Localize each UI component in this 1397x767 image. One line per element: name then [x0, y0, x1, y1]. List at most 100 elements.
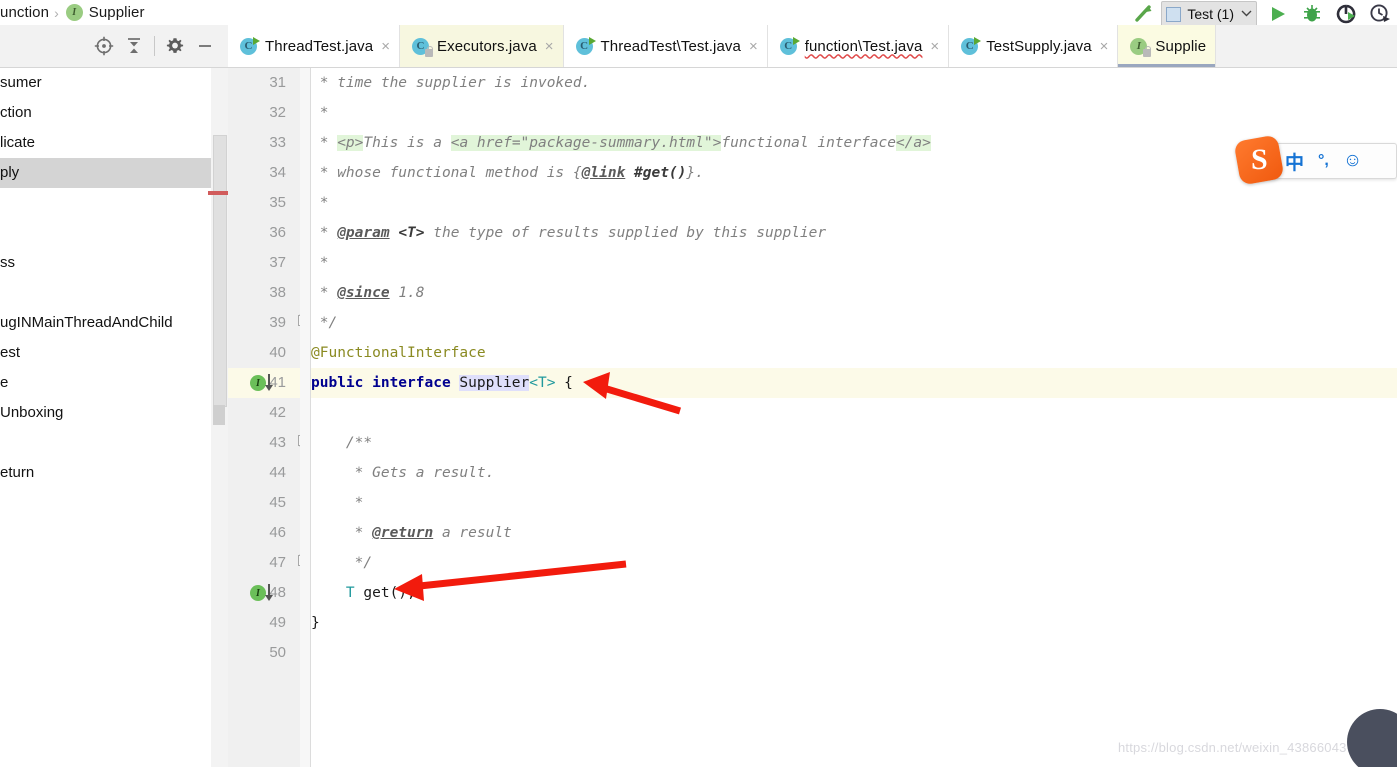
- locate-target-icon[interactable]: [89, 31, 119, 61]
- gutter-row[interactable]: 36: [228, 218, 310, 248]
- breadcrumb-current[interactable]: Supplier: [89, 4, 145, 21]
- code-line[interactable]: @FunctionalInterface: [311, 338, 1397, 368]
- code-line-text: * @param <T> the type of results supplie…: [311, 218, 826, 248]
- editor-fold-strip[interactable]: [300, 68, 310, 767]
- gutter-row[interactable]: 43: [228, 428, 310, 458]
- gutter-row[interactable]: 50: [228, 638, 310, 668]
- sogou-logo-icon[interactable]: S: [1233, 134, 1285, 186]
- gutter-row[interactable]: 44: [228, 458, 310, 488]
- ime-punctuation-mode[interactable]: °,: [1318, 152, 1329, 170]
- gutter-row[interactable]: 35: [228, 188, 310, 218]
- settings-gear-icon[interactable]: [160, 31, 190, 61]
- gutter-row[interactable]: 49: [228, 608, 310, 638]
- code-line[interactable]: */: [311, 308, 1397, 338]
- gutter-row[interactable]: 38: [228, 278, 310, 308]
- code-line[interactable]: /**: [311, 428, 1397, 458]
- gutter-row[interactable]: 47: [228, 548, 310, 578]
- profiler-icon[interactable]: [1363, 0, 1397, 28]
- tab-close-icon[interactable]: ×: [1100, 39, 1109, 54]
- code-line-text: */: [311, 548, 372, 578]
- tree-item[interactable]: e: [0, 368, 212, 398]
- editor-tab[interactable]: C TestSupply.java ×: [949, 25, 1119, 67]
- editor-tab-label: function\Test.java: [804, 37, 923, 55]
- gutter-row[interactable]: 31: [228, 68, 310, 98]
- breadcrumb-package[interactable]: unction: [0, 4, 49, 21]
- debug-icon[interactable]: [1295, 0, 1329, 28]
- tab-close-icon[interactable]: ×: [930, 39, 939, 54]
- gutter-row[interactable]: 40: [228, 338, 310, 368]
- hide-panel-icon[interactable]: [190, 31, 220, 61]
- project-scrollbar-thumb[interactable]: [213, 135, 227, 407]
- run-with-coverage-icon[interactable]: [1329, 0, 1363, 28]
- gutter-row[interactable]: 34: [228, 158, 310, 188]
- code-line[interactable]: */: [311, 548, 1397, 578]
- code-line[interactable]: * whose functional method is {@link #get…: [311, 158, 1397, 188]
- gutter-row[interactable]: 48 I: [228, 578, 310, 608]
- gutter-row[interactable]: 46: [228, 518, 310, 548]
- run-configuration-selector[interactable]: Test (1): [1161, 1, 1257, 27]
- tree-item[interactable]: est: [0, 338, 212, 368]
- project-tree[interactable]: sumer ction licate ply ss ugINMainThreadAndCh…: [0, 68, 212, 767]
- code-line[interactable]: }: [311, 608, 1397, 638]
- tree-item[interactable]: sumer: [0, 68, 212, 98]
- tree-item[interactable]: eturn: [0, 458, 212, 488]
- gutter-row[interactable]: 45: [228, 488, 310, 518]
- code-line[interactable]: *: [311, 188, 1397, 218]
- code-line[interactable]: [311, 398, 1397, 428]
- gutter-row[interactable]: 32: [228, 98, 310, 128]
- code-token: </a>: [895, 135, 931, 151]
- tree-item-empty: [0, 218, 212, 248]
- ime-language-mode[interactable]: 中: [1285, 148, 1304, 175]
- run-arrow-icon: [792, 36, 800, 45]
- run-icon[interactable]: [1261, 0, 1295, 28]
- editor-tab[interactable]: I Supplie: [1118, 25, 1217, 67]
- tab-close-icon[interactable]: ×: [381, 39, 390, 54]
- gutter-row[interactable]: 41 I: [228, 368, 310, 398]
- code-line-text: *: [311, 188, 329, 218]
- chevron-down-icon[interactable]: [1241, 8, 1252, 20]
- code-token: }: [311, 615, 320, 631]
- tab-close-icon[interactable]: ×: [545, 39, 554, 54]
- code-line[interactable]: * @param <T> the type of results supplie…: [311, 218, 1397, 248]
- collapse-all-icon[interactable]: [119, 31, 149, 61]
- implemented-marker-icon[interactable]: I: [250, 375, 266, 391]
- editor-tab[interactable]: Cfunction\Test.java ×: [767, 25, 950, 67]
- code-token: get();: [354, 585, 416, 601]
- code-token: <T>: [398, 225, 425, 241]
- code-line[interactable]: T get();: [311, 578, 1397, 608]
- code-line[interactable]: * <p>This is a <a href="package-summary.…: [311, 128, 1397, 158]
- code-token: public interface: [311, 375, 460, 391]
- tree-item[interactable]: ss: [0, 248, 212, 278]
- tab-close-icon[interactable]: ×: [749, 39, 758, 54]
- tree-item[interactable]: ugINMainThreadAndChild: [0, 308, 212, 338]
- code-line[interactable]: * @return a result: [311, 518, 1397, 548]
- java-class-runnable-icon: C: [240, 36, 260, 56]
- code-line[interactable]: * Gets a result.: [311, 458, 1397, 488]
- gutter-row[interactable]: 33: [228, 128, 310, 158]
- code-editor[interactable]: 31 32 33 34 35 36 37 38 39 40 41 I 42 43 44 45 46 47 48 I 49…: [228, 68, 1397, 767]
- tree-item[interactable]: ction: [0, 98, 212, 128]
- code-line[interactable]: *: [311, 488, 1397, 518]
- gutter-row[interactable]: 42: [228, 398, 310, 428]
- editor-gutter[interactable]: 31 32 33 34 35 36 37 38 39 40 41 I 42 43 44 45 46 47 48 I 49…: [228, 68, 311, 767]
- hammer-icon[interactable]: [1127, 0, 1161, 28]
- code-line[interactable]: * @since 1.8: [311, 278, 1397, 308]
- gutter-row[interactable]: 39: [228, 308, 310, 338]
- code-content[interactable]: * time the supplier is invoked. * * <p>T…: [311, 68, 1397, 767]
- editor-tab[interactable]: C Executors.java ×: [400, 25, 564, 67]
- code-line[interactable]: [311, 638, 1397, 668]
- implemented-marker-icon[interactable]: I: [250, 585, 266, 601]
- tree-item[interactable]: Unboxing: [0, 398, 212, 428]
- code-line[interactable]: *: [311, 248, 1397, 278]
- editor-tab[interactable]: C ThreadTest.java ×: [228, 25, 400, 67]
- code-line[interactable]: * time the supplier is invoked.: [311, 68, 1397, 98]
- code-line[interactable]: *: [311, 98, 1397, 128]
- ime-emoji-icon[interactable]: ☺: [1343, 150, 1362, 172]
- ime-toolbar[interactable]: S 中 °, ☺: [1233, 134, 1397, 186]
- tree-item[interactable]: licate: [0, 128, 212, 158]
- code-line[interactable]: public interface Supplier<T> {: [311, 368, 1397, 398]
- editor-tab[interactable]: C ThreadTest\Test.java ×: [563, 25, 768, 67]
- project-scrollbar-thumb-secondary[interactable]: [213, 405, 225, 425]
- tree-item[interactable]: ply: [0, 158, 212, 188]
- gutter-row[interactable]: 37: [228, 248, 310, 278]
